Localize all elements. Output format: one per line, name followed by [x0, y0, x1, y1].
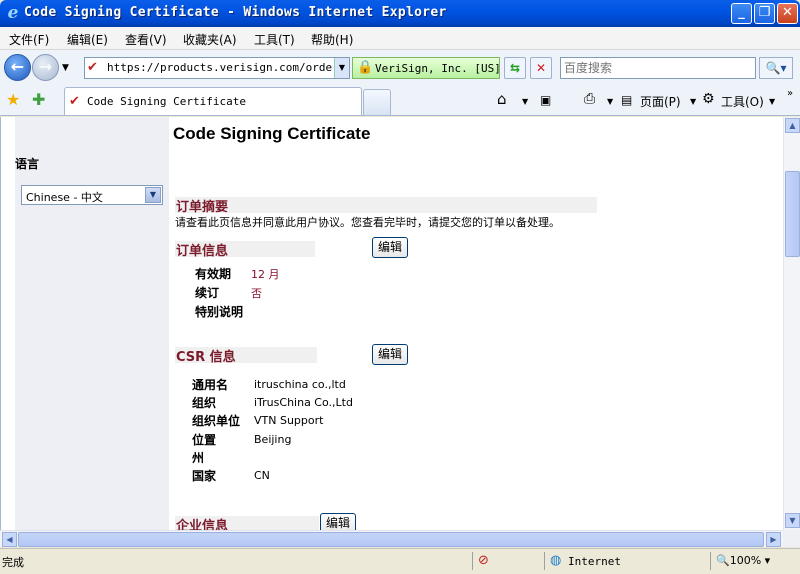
company-info-heading: 企业信息	[176, 519, 229, 530]
search-box[interactable]	[560, 57, 756, 79]
lock-icon: 🔒	[357, 60, 374, 75]
zoom-value: 100%	[729, 554, 762, 567]
page-icon: ▤	[621, 93, 633, 107]
country-value: CN	[254, 469, 270, 482]
locality-label: 位置	[192, 433, 217, 447]
certificate-identity[interactable]: VeriSign, Inc. [US]	[375, 62, 501, 75]
globe-icon: ◍	[550, 553, 562, 568]
ie-logo-icon: e	[7, 3, 19, 23]
print-dropdown-icon[interactable]: ▼	[607, 97, 613, 106]
page-content: 语言 Chinese - 中文 ▼ Code Signing Certifica…	[0, 117, 783, 530]
country-label: 国家	[192, 469, 217, 483]
common-name-label: 通用名	[192, 378, 229, 392]
renewal-label: 续订	[195, 286, 220, 300]
close-button[interactable]: ✕	[777, 3, 798, 24]
status-text: 完成	[2, 556, 24, 569]
validity-label: 有效期	[195, 267, 232, 281]
org-unit-label: 组织单位	[192, 414, 241, 428]
tab-bar: ★ ✚ ✔ Code Signing Certificate ⌂ ▼ ▣ ⎙ ▼…	[0, 86, 800, 116]
menu-favorites[interactable]: 收藏夹(A)	[183, 31, 237, 48]
verisign-check-icon: ✔	[69, 94, 80, 109]
main-panel: Code Signing Certificate 订单摘要 请查看此页信息并同意…	[173, 117, 773, 530]
menu-bar: 文件(F) 编辑(E) 查看(V) 收藏夹(A) 工具(T) 帮助(H)	[0, 27, 800, 50]
popup-blocked-icon[interactable]: ⊘	[478, 553, 489, 568]
home-icon[interactable]: ⌂	[497, 90, 507, 108]
address-url[interactable]: https://products.verisign.com/orders/e	[107, 61, 333, 74]
tools-menu[interactable]: 工具(O)	[721, 93, 764, 110]
minimize-button[interactable]: _	[731, 3, 752, 24]
gear-icon: ⚙	[702, 91, 715, 107]
window-title: Code Signing Certificate - Windows Inter…	[24, 5, 447, 20]
special-notes-label: 特别说明	[195, 305, 244, 319]
edit-order-button[interactable]: 编辑	[372, 237, 408, 258]
zoom-level[interactable]: 🔍100% ▾	[716, 554, 770, 567]
menu-file[interactable]: 文件(F)	[9, 31, 49, 48]
feeds-icon[interactable]: ▣	[540, 93, 551, 107]
search-input[interactable]	[564, 59, 754, 77]
intro-text: 请查看此页信息并同意此用户协议。您查看完毕时，请提交您的订单以备处理。	[175, 216, 560, 229]
locality-value: Beijing	[254, 433, 292, 446]
order-summary-heading: 订单摘要	[176, 200, 229, 215]
page-menu[interactable]: 页面(P)	[640, 93, 681, 110]
forward-button[interactable]: →	[32, 54, 59, 81]
chevron-down-icon[interactable]: ▼	[145, 187, 161, 203]
renewal-value: 否	[251, 287, 262, 300]
edit-csr-button[interactable]: 编辑	[372, 344, 408, 365]
status-bar: 完成 ⊘ ◍ Internet 🔍100% ▾	[0, 548, 800, 574]
menu-tools[interactable]: 工具(T)	[254, 31, 295, 48]
page-title: Code Signing Certificate	[173, 124, 371, 143]
organization-value: iTrusChina Co.,Ltd	[254, 396, 353, 409]
address-bar[interactable]: ✔ https://products.verisign.com/orders/e…	[84, 57, 350, 79]
tab-label: Code Signing Certificate	[87, 95, 246, 108]
state-label: 州	[192, 451, 205, 465]
address-dropdown-icon[interactable]: ▼	[334, 58, 349, 78]
security-zone[interactable]: Internet	[568, 555, 621, 568]
stop-button[interactable]: ✕	[530, 57, 552, 79]
common-name-value: itruschina co.,ltd	[254, 378, 346, 391]
add-favorites-icon[interactable]: ✚	[32, 90, 45, 109]
tab-code-signing[interactable]: ✔ Code Signing Certificate	[64, 87, 362, 115]
page-dropdown-icon[interactable]: ▼	[690, 97, 696, 106]
back-button[interactable]: ←	[4, 54, 31, 81]
validity-value: 12 月	[251, 268, 280, 281]
status-divider	[544, 552, 545, 570]
vertical-scrollbar[interactable]: ▲ ▼	[783, 117, 800, 530]
recent-pages-dropdown-icon[interactable]: ▼	[62, 63, 69, 73]
home-dropdown-icon[interactable]: ▼	[522, 97, 528, 106]
refresh-button[interactable]: ⇆	[504, 57, 526, 79]
verisign-check-icon: ✔	[87, 60, 98, 75]
new-tab-button[interactable]	[363, 89, 391, 115]
csr-info-heading: CSR 信息	[176, 350, 236, 365]
sidebar: 语言 Chinese - 中文 ▼	[15, 117, 169, 530]
language-select[interactable]: Chinese - 中文 ▼	[21, 185, 163, 205]
organization-label: 组织	[192, 396, 217, 410]
maximize-button[interactable]: ❐	[754, 3, 775, 24]
scroll-left-icon[interactable]: ◀	[2, 532, 17, 547]
search-button[interactable]: 🔍▾	[759, 57, 793, 79]
status-divider	[710, 552, 711, 570]
scroll-up-icon[interactable]: ▲	[785, 118, 800, 133]
summary-bar	[175, 197, 597, 213]
scroll-right-icon[interactable]: ▶	[766, 532, 781, 547]
horizontal-scroll-thumb[interactable]	[18, 532, 764, 547]
scroll-corner	[783, 530, 800, 547]
chevron-more-icon[interactable]: »	[787, 88, 793, 99]
scroll-down-icon[interactable]: ▼	[785, 513, 800, 528]
print-icon[interactable]: ⎙	[584, 91, 595, 107]
status-divider	[472, 552, 473, 570]
security-report[interactable]: 🔒 VeriSign, Inc. [US]	[352, 57, 501, 79]
org-unit-value: VTN Support	[254, 414, 324, 427]
language-value: Chinese - 中文	[26, 191, 103, 204]
vertical-scroll-thumb[interactable]	[785, 171, 800, 257]
menu-edit[interactable]: 编辑(E)	[67, 31, 108, 48]
menu-view[interactable]: 查看(V)	[125, 31, 167, 48]
edit-company-button[interactable]: 编辑	[320, 513, 356, 530]
order-info-heading: 订单信息	[176, 244, 229, 259]
tools-dropdown-icon[interactable]: ▼	[769, 97, 775, 106]
menu-help[interactable]: 帮助(H)	[311, 31, 353, 48]
favorites-star-icon[interactable]: ★	[6, 90, 20, 109]
horizontal-scrollbar[interactable]: ◀ ▶	[0, 530, 783, 547]
language-heading: 语言	[15, 157, 40, 171]
title-bar: e Code Signing Certificate - Windows Int…	[0, 0, 800, 27]
